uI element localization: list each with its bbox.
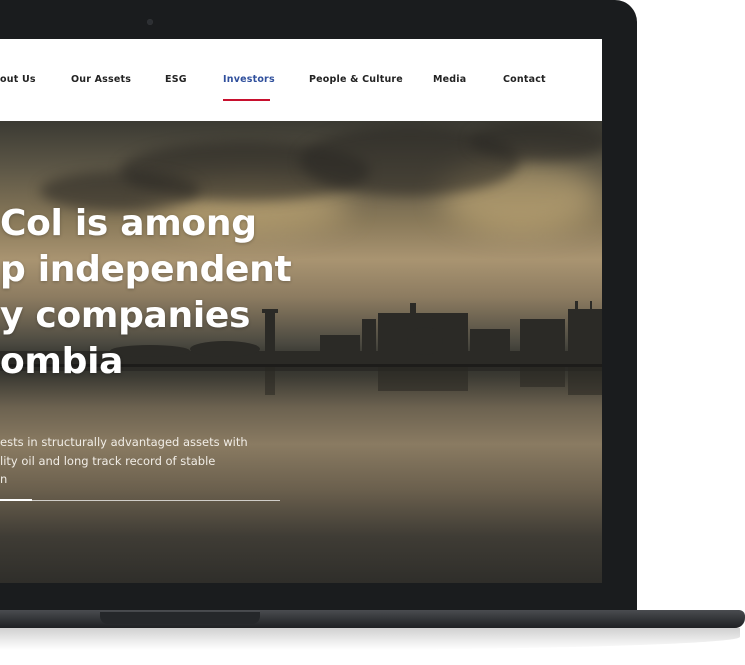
hero-description: ests in structurally advantaged assets w… xyxy=(0,433,300,489)
description-line: lity oil and long track record of stable xyxy=(0,453,216,468)
hero-headline: Col is among p independent y companies o… xyxy=(0,201,600,385)
cloud xyxy=(470,121,602,161)
headline-line: Col is among xyxy=(0,203,257,244)
headline-line: ombia xyxy=(0,341,124,382)
nav-item-esg[interactable]: ESG xyxy=(165,74,187,85)
headline-line: y companies xyxy=(0,295,251,336)
headline-line: p independent xyxy=(0,249,292,290)
laptop-notch xyxy=(100,612,260,624)
nav-item-about-us[interactable]: out Us xyxy=(0,74,36,85)
nav-item-contact[interactable]: Contact xyxy=(503,74,546,85)
description-line: ests in structurally advantaged assets w… xyxy=(0,435,248,449)
laptop-screen: out Us Our Assets ESG Investors People &… xyxy=(0,39,602,583)
laptop-shadow xyxy=(0,628,740,650)
active-nav-underline xyxy=(223,99,270,101)
camera-icon xyxy=(147,19,153,25)
description-line: n xyxy=(0,472,8,486)
nav-item-people-culture[interactable]: People & Culture xyxy=(309,74,403,85)
nav-item-investors[interactable]: Investors xyxy=(223,74,275,85)
hero-banner: Col is among p independent y companies o… xyxy=(0,121,602,583)
hero-divider-accent xyxy=(0,499,32,501)
nav-item-media[interactable]: Media xyxy=(433,74,466,85)
top-navigation: out Us Our Assets ESG Investors People &… xyxy=(0,39,602,121)
nav-item-our-assets[interactable]: Our Assets xyxy=(71,74,131,85)
hero-divider xyxy=(0,500,280,501)
